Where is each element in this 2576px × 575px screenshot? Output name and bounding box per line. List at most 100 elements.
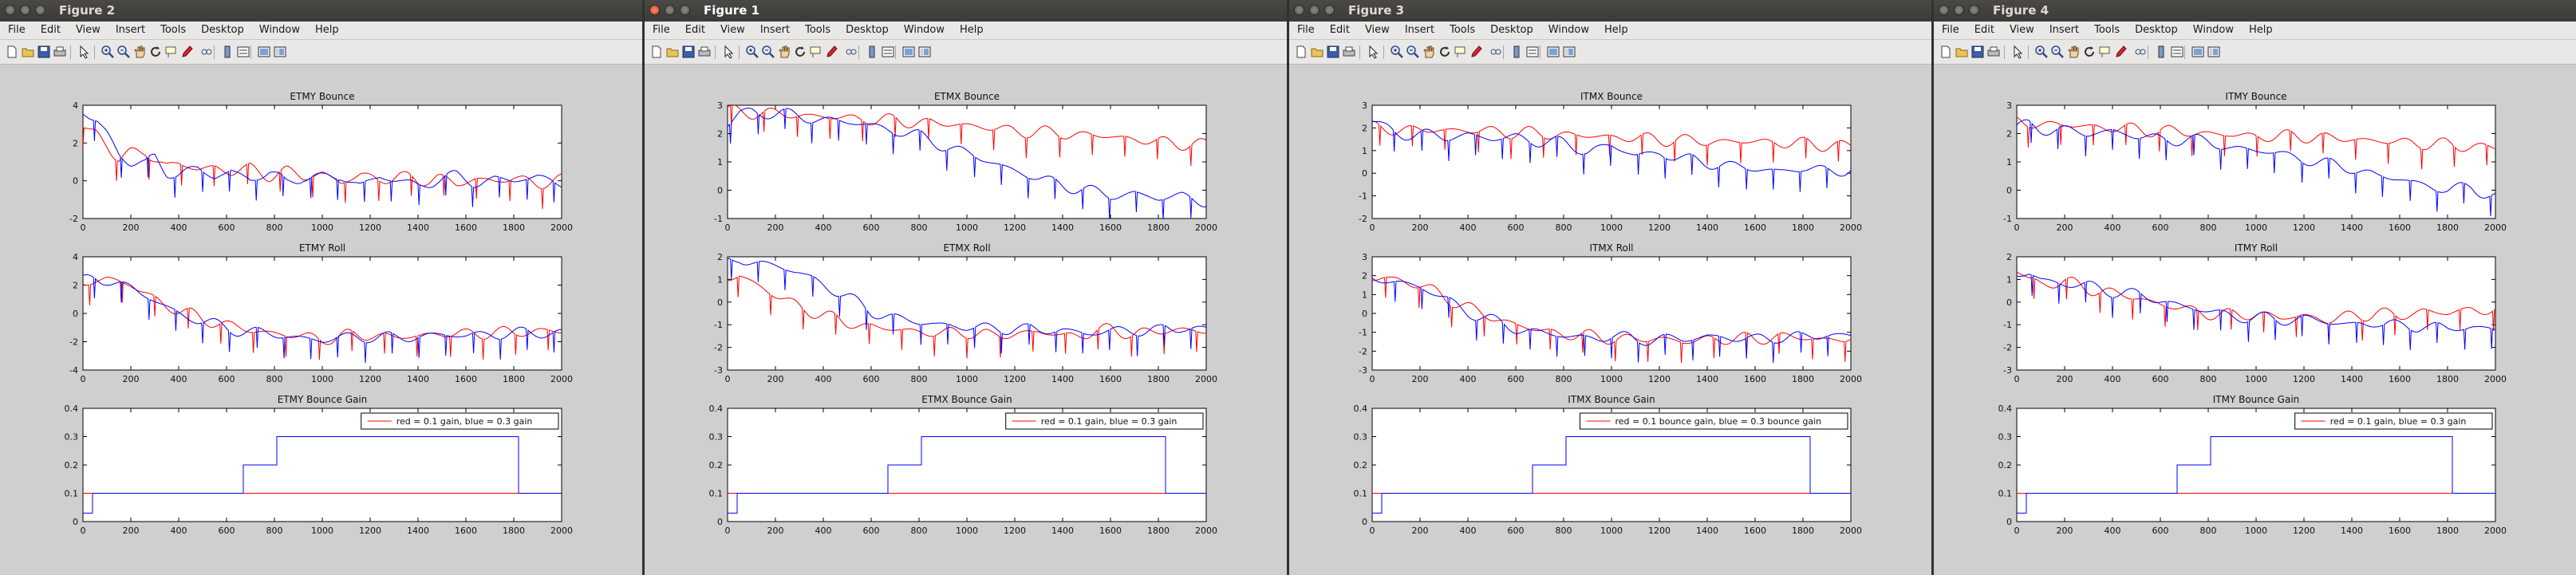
menu-view[interactable]: View — [712, 22, 752, 39]
menu-edit[interactable]: Edit — [1322, 22, 1357, 39]
axes[interactable]: ETMX Bounce Gain 0 200 400 600 800 1000 1200 140… — [709, 394, 1218, 536]
axes[interactable]: ITMY Roll 0 200 400 600 800 1000 1200 1400 1600 18… — [2003, 242, 2507, 384]
hide-plot-tools-icon[interactable] — [1546, 45, 1560, 59]
pan-icon[interactable] — [132, 45, 147, 59]
menu-window[interactable]: Window — [1540, 22, 1596, 39]
close-window-button[interactable] — [649, 5, 660, 15]
minimize-window-button[interactable] — [1309, 5, 1320, 15]
menu-tools[interactable]: Tools — [152, 22, 193, 39]
menu-desktop[interactable]: Desktop — [2127, 22, 2185, 39]
save-icon[interactable] — [1326, 45, 1340, 59]
minimize-window-button[interactable] — [665, 5, 675, 15]
legend-icon[interactable] — [236, 45, 250, 59]
window-titlebar[interactable]: Figure 3 — [1289, 0, 1931, 22]
legend[interactable]: red = 0.1 gain, blue = 0.3 gain — [1005, 412, 1204, 430]
menu-tools[interactable]: Tools — [1442, 22, 1482, 39]
menu-insert[interactable]: Insert — [2041, 22, 2086, 39]
legend[interactable]: red = 0.1 gain, blue = 0.3 gain — [361, 412, 559, 430]
colorbar-icon[interactable] — [1509, 45, 1524, 59]
show-plot-tools-icon[interactable] — [917, 45, 932, 59]
menu-file[interactable]: File — [1934, 22, 1967, 39]
new-figure-icon[interactable] — [649, 45, 664, 59]
menu-file[interactable]: File — [1289, 22, 1322, 39]
open-file-icon[interactable] — [665, 45, 680, 59]
pointer-icon[interactable] — [2010, 45, 2025, 59]
save-icon[interactable] — [37, 45, 51, 59]
print-icon[interactable] — [1986, 45, 2001, 59]
menu-edit[interactable]: Edit — [677, 22, 712, 39]
pointer-icon[interactable] — [77, 45, 91, 59]
data-cursor-icon[interactable] — [2098, 45, 2112, 59]
brush-icon[interactable] — [1469, 45, 1484, 59]
link-plot-icon[interactable] — [844, 45, 858, 59]
open-file-icon[interactable] — [1310, 45, 1324, 59]
data-cursor-icon[interactable] — [809, 45, 823, 59]
menu-help[interactable]: Help — [1596, 22, 1635, 39]
brush-icon[interactable] — [180, 45, 195, 59]
menu-help[interactable]: Help — [952, 22, 991, 39]
save-icon[interactable] — [681, 45, 696, 59]
legend-icon[interactable] — [1525, 45, 1540, 59]
pan-icon[interactable] — [2066, 45, 2081, 59]
show-plot-tools-icon[interactable] — [1562, 45, 1576, 59]
axes[interactable]: ITMY Bounce 0 200 400 600 800 1000 1200 1400 1600… — [2003, 91, 2507, 233]
minimize-window-button[interactable] — [20, 5, 30, 15]
zoom-out-icon[interactable] — [2050, 45, 2065, 59]
menu-insert[interactable]: Insert — [752, 22, 797, 39]
rotate-icon[interactable] — [1438, 45, 1452, 59]
maximize-window-button[interactable] — [1969, 5, 1979, 15]
menu-view[interactable]: View — [1357, 22, 1397, 39]
zoom-out-icon[interactable] — [116, 45, 131, 59]
pan-icon[interactable] — [1422, 45, 1436, 59]
colorbar-icon[interactable] — [220, 45, 235, 59]
axes[interactable]: ETMY Bounce Gain 0 200 400 600 800 1000 1200 140… — [65, 394, 574, 536]
print-icon[interactable] — [1342, 45, 1356, 59]
brush-icon[interactable] — [825, 45, 839, 59]
legend[interactable]: red = 0.1 bounce gain, blue = 0.3 bounce… — [1580, 412, 1848, 430]
axes[interactable]: ETMY Bounce 0 200 400 600 800 1000 1200 1400 1600… — [69, 91, 573, 233]
new-figure-icon[interactable] — [5, 45, 19, 59]
axes[interactable]: ITMX Bounce 0 200 400 600 800 1000 1200 1400 1600… — [1359, 91, 1862, 233]
hide-plot-tools-icon[interactable] — [257, 45, 271, 59]
axes[interactable]: ETMX Bounce 0 200 400 600 800 1000 1200 1400 1600… — [714, 91, 1217, 233]
minimize-window-button[interactable] — [1954, 5, 1964, 15]
maximize-window-button[interactable] — [1324, 5, 1335, 15]
menu-insert[interactable]: Insert — [108, 22, 152, 39]
zoom-out-icon[interactable] — [1406, 45, 1420, 59]
menu-desktop[interactable]: Desktop — [193, 22, 251, 39]
zoom-out-icon[interactable] — [761, 45, 775, 59]
menu-insert[interactable]: Insert — [1397, 22, 1442, 39]
pointer-icon[interactable] — [1366, 45, 1380, 59]
open-file-icon[interactable] — [1955, 45, 1969, 59]
close-window-button[interactable] — [5, 5, 15, 15]
new-figure-icon[interactable] — [1294, 45, 1308, 59]
menu-help[interactable]: Help — [2241, 22, 2280, 39]
hide-plot-tools-icon[interactable] — [2191, 45, 2205, 59]
show-plot-tools-icon[interactable] — [2207, 45, 2221, 59]
legend-icon[interactable] — [881, 45, 895, 59]
legend[interactable]: red = 0.1 gain, blue = 0.3 gain — [2294, 412, 2493, 430]
pointer-icon[interactable] — [721, 45, 736, 59]
window-titlebar[interactable]: Figure 2 — [0, 0, 642, 22]
zoom-in-icon[interactable] — [745, 45, 759, 59]
brush-icon[interactable] — [2114, 45, 2128, 59]
print-icon[interactable] — [53, 45, 67, 59]
axes[interactable]: ITMX Bounce Gain 0 200 400 600 800 1000 1200 140… — [1354, 394, 1863, 536]
zoom-in-icon[interactable] — [1390, 45, 1404, 59]
menu-file[interactable]: File — [0, 22, 33, 39]
close-window-button[interactable] — [1294, 5, 1304, 15]
window-titlebar[interactable]: Figure 1 — [645, 0, 1287, 22]
rotate-icon[interactable] — [793, 45, 807, 59]
menu-file[interactable]: File — [645, 22, 677, 39]
menu-view[interactable]: View — [2002, 22, 2041, 39]
menu-desktop[interactable]: Desktop — [838, 22, 896, 39]
rotate-icon[interactable] — [148, 45, 163, 59]
link-plot-icon[interactable] — [1489, 45, 1503, 59]
axes[interactable]: ETMY Roll 0 200 400 600 800 1000 1200 1400 1600 18… — [69, 242, 573, 384]
menu-window[interactable]: Window — [2185, 22, 2241, 39]
zoom-in-icon[interactable] — [2034, 45, 2049, 59]
axes[interactable]: ITMY Bounce Gain 0 200 400 600 800 1000 1200 140… — [1998, 394, 2507, 536]
menu-tools[interactable]: Tools — [2086, 22, 2127, 39]
data-cursor-icon[interactable] — [1454, 45, 1468, 59]
maximize-window-button[interactable] — [35, 5, 45, 15]
